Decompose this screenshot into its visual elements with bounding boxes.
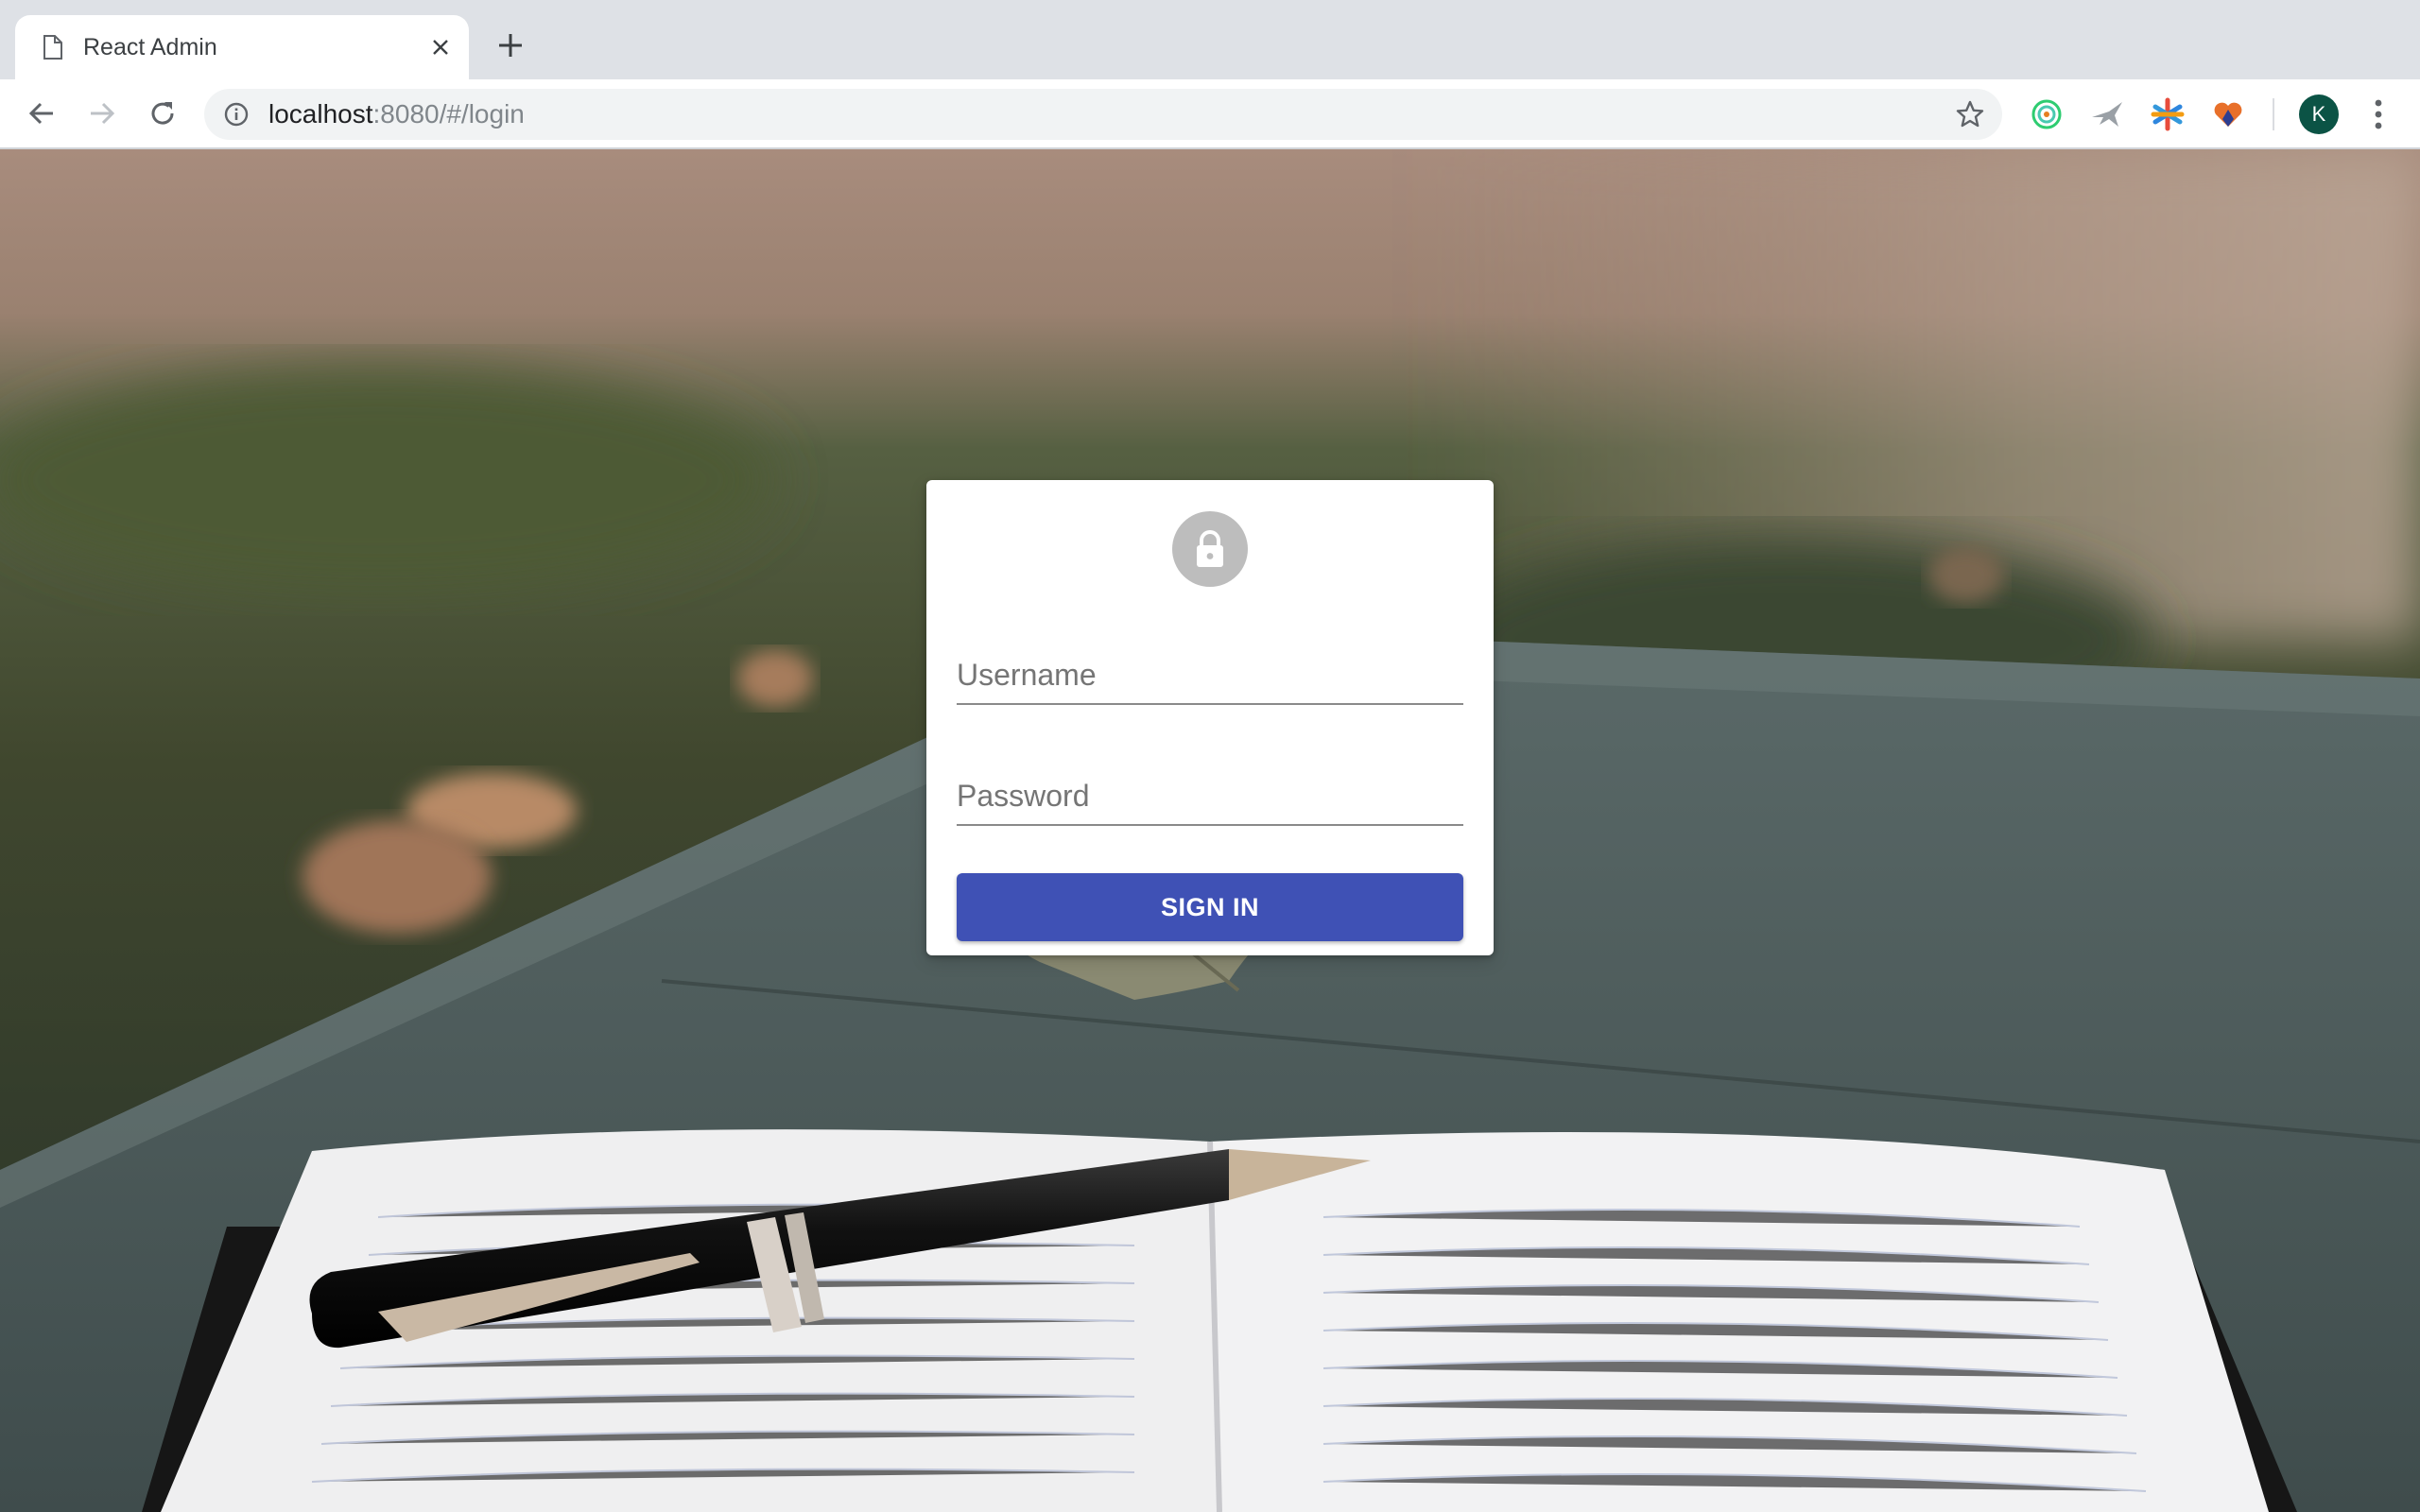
more-menu-icon[interactable] [2363,94,2394,134]
reload-icon [151,102,174,125]
document-icon [42,34,64,60]
info-icon[interactable] [223,101,250,128]
new-tab-button[interactable] [493,28,527,62]
lock-icon [1197,530,1223,567]
browser-toolbar: localhost:8080/#/login K [0,79,2420,149]
asterisk-extension-icon[interactable] [2150,96,2186,132]
username-underline [957,703,1463,705]
back-button[interactable] [23,94,60,132]
url-host: localhost [268,99,373,129]
url-text: localhost:8080/#/login [268,100,525,129]
star-icon[interactable] [1955,99,1985,129]
password-input[interactable] [957,752,1463,824]
profile-avatar[interactable]: K [2299,94,2339,134]
arrow-right-icon [91,102,115,125]
bird-extension-icon[interactable] [2089,96,2125,132]
url-path: :8080/#/login [372,99,525,129]
forward-button[interactable] [83,94,121,132]
password-underline [957,824,1463,826]
username-input[interactable] [957,631,1463,703]
heart-extension-icon[interactable] [2210,96,2246,132]
username-field[interactable] [957,631,1463,705]
arrow-left-icon [28,102,53,125]
tab-title: React Admin [83,34,217,60]
tab-react-admin[interactable]: React Admin [15,15,469,79]
close-icon[interactable] [425,32,456,62]
plus-icon [499,34,522,57]
reload-button[interactable] [144,94,182,132]
login-card: SIGN IN [926,480,1494,955]
toolbar-divider [2273,98,2274,130]
password-field[interactable] [957,752,1463,826]
circle-extension-icon[interactable] [2029,96,2065,132]
address-bar[interactable]: localhost:8080/#/login [204,89,2002,140]
login-page: SIGN IN [0,149,2420,1512]
lock-avatar [1172,511,1248,587]
tab-strip: React Admin [0,0,2420,79]
sign-in-button[interactable]: SIGN IN [957,873,1463,941]
